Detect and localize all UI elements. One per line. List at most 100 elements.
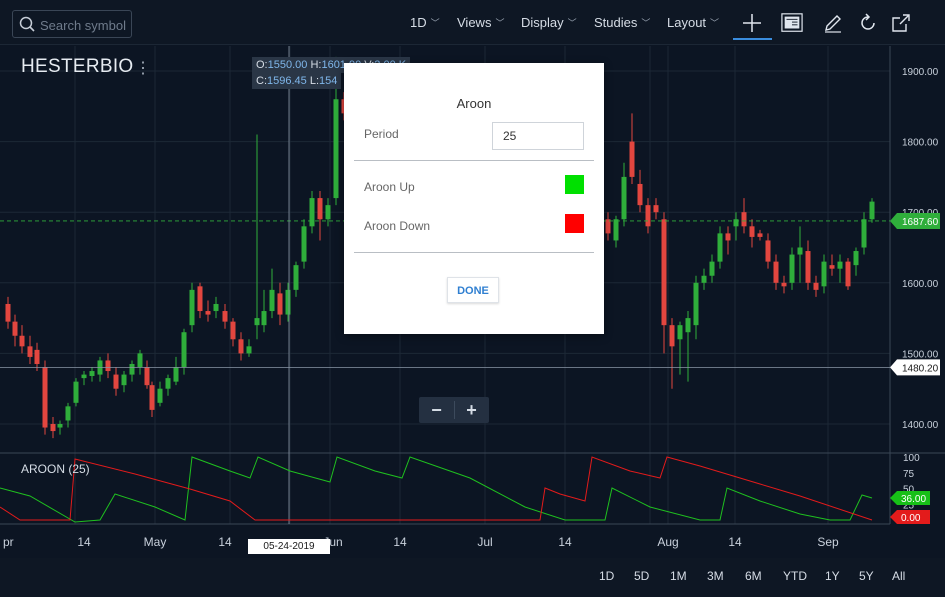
- range-selector: 1D 5D 1M 3M 6M YTD 1Y 5Y All: [0, 558, 945, 597]
- dialog-divider: [354, 252, 594, 253]
- aroon-settings-dialog: Aroon Period Aroon Up Aroon Down DONE: [344, 63, 604, 334]
- refresh-icon[interactable]: [857, 12, 879, 34]
- time-tick-label: Aug: [657, 535, 678, 549]
- layout-label: Layout: [667, 15, 707, 30]
- studies-menu[interactable]: Studies ﹀: [594, 15, 650, 30]
- candle-up: [129, 363, 135, 375]
- candle-down: [149, 385, 155, 410]
- candle-up: [709, 261, 715, 276]
- period-input[interactable]: [492, 122, 584, 150]
- candle-up: [293, 265, 299, 290]
- news-icon[interactable]: [781, 12, 803, 34]
- done-button[interactable]: DONE: [447, 277, 499, 303]
- price-tick-label: 1600.00: [902, 279, 939, 290]
- candle-down: [50, 424, 56, 432]
- symbol-title: HESTERBIO: [21, 56, 134, 77]
- candle-up: [73, 381, 79, 403]
- zoom-out-button[interactable]: −: [419, 397, 454, 423]
- aroon-up-tag: 36.00: [901, 494, 926, 505]
- aroon-up-line: [0, 456, 873, 523]
- aroon-down-label: Aroon Down: [364, 219, 431, 233]
- crosshair-icon[interactable]: [741, 12, 763, 34]
- interval-dropdown[interactable]: 1D ﹀: [410, 15, 440, 30]
- open-value: 1550.00: [267, 59, 308, 71]
- close-value: 1596.45: [267, 75, 307, 87]
- aroon-down-tag: 0.00: [901, 513, 921, 524]
- candle-down: [113, 374, 119, 389]
- high-label: H:: [310, 59, 322, 71]
- range-ytd[interactable]: YTD: [783, 569, 807, 583]
- range-5d[interactable]: 5D: [634, 569, 649, 583]
- zoom-in-button[interactable]: +: [454, 397, 489, 423]
- low-label: L:: [309, 75, 320, 87]
- price-tick-label: 1800.00: [902, 138, 939, 149]
- candle-up: [701, 275, 707, 283]
- time-tick-label: 14: [558, 535, 572, 549]
- search-input[interactable]: [40, 16, 128, 34]
- candle-up: [333, 99, 339, 199]
- candle-down: [605, 219, 611, 234]
- candle-up: [57, 424, 63, 428]
- candle-up: [285, 289, 291, 315]
- search-box[interactable]: [12, 10, 132, 38]
- range-3m[interactable]: 3M: [707, 569, 724, 583]
- candle-down: [741, 212, 747, 227]
- candle-up: [853, 251, 859, 266]
- open-label: O:: [256, 59, 268, 71]
- period-label: Period: [364, 127, 399, 141]
- layout-menu[interactable]: Layout ﹀: [667, 15, 719, 30]
- range-1y[interactable]: 1Y: [825, 569, 840, 583]
- candle-up: [677, 325, 683, 340]
- candle-up: [717, 233, 723, 262]
- views-label: Views: [457, 15, 492, 30]
- candle-up: [685, 318, 691, 333]
- app-root: 1D﹀ Views﹀ Display﹀ Studies﹀ Layout﹀: [0, 0, 945, 597]
- crosshair-date-badge: 05-24-2019: [248, 539, 330, 554]
- candle-down: [5, 303, 11, 322]
- active-tool-indicator: [733, 38, 772, 40]
- range-6m[interactable]: 6M: [745, 569, 762, 583]
- candle-down: [805, 251, 811, 283]
- chevron-down-icon: ﹀: [641, 18, 651, 28]
- candle-up: [261, 311, 267, 326]
- candle-up: [157, 388, 163, 403]
- dialog-divider: [354, 160, 594, 161]
- candle-up: [325, 205, 331, 220]
- candle-up: [733, 219, 739, 227]
- candle-down: [757, 233, 763, 237]
- candle-up: [173, 367, 179, 382]
- candle-down: [277, 293, 283, 315]
- time-tick-label: pr: [3, 535, 14, 549]
- display-menu[interactable]: Display ﹀: [521, 15, 577, 30]
- popout-icon[interactable]: [890, 12, 912, 34]
- candle-down: [222, 311, 228, 322]
- candle-down: [12, 321, 18, 336]
- candle-up: [189, 289, 195, 326]
- candle-up: [621, 176, 627, 220]
- symbol-menu-icon[interactable]: ⋮: [135, 58, 151, 78]
- time-tick-label: 14: [77, 535, 91, 549]
- time-tick-label: 14: [728, 535, 742, 549]
- range-1d[interactable]: 1D: [599, 569, 614, 583]
- pencil-icon[interactable]: [822, 12, 844, 34]
- time-tick-label: 14: [218, 535, 232, 549]
- price-tick-label: 1400.00: [902, 420, 939, 431]
- candle-up: [693, 282, 699, 326]
- candle-up: [165, 378, 171, 389]
- candle-up: [213, 303, 219, 312]
- aroon-down-color-swatch[interactable]: [565, 214, 584, 233]
- studies-label: Studies: [594, 15, 638, 30]
- aroon-up-color-swatch[interactable]: [565, 175, 584, 194]
- candle-down: [653, 205, 659, 213]
- chevron-down-icon: ﹀: [430, 18, 440, 28]
- range-all[interactable]: All: [892, 569, 905, 583]
- range-1m[interactable]: 1M: [670, 569, 687, 583]
- range-5y[interactable]: 5Y: [859, 569, 874, 583]
- candle-up: [137, 353, 143, 368]
- views-menu[interactable]: Views ﹀: [457, 15, 504, 30]
- candle-down: [725, 233, 731, 241]
- candle-up: [869, 201, 875, 220]
- price-tick-label: 1900.00: [902, 67, 939, 78]
- candle-down: [781, 282, 787, 287]
- dialog-title: Aroon: [456, 96, 492, 111]
